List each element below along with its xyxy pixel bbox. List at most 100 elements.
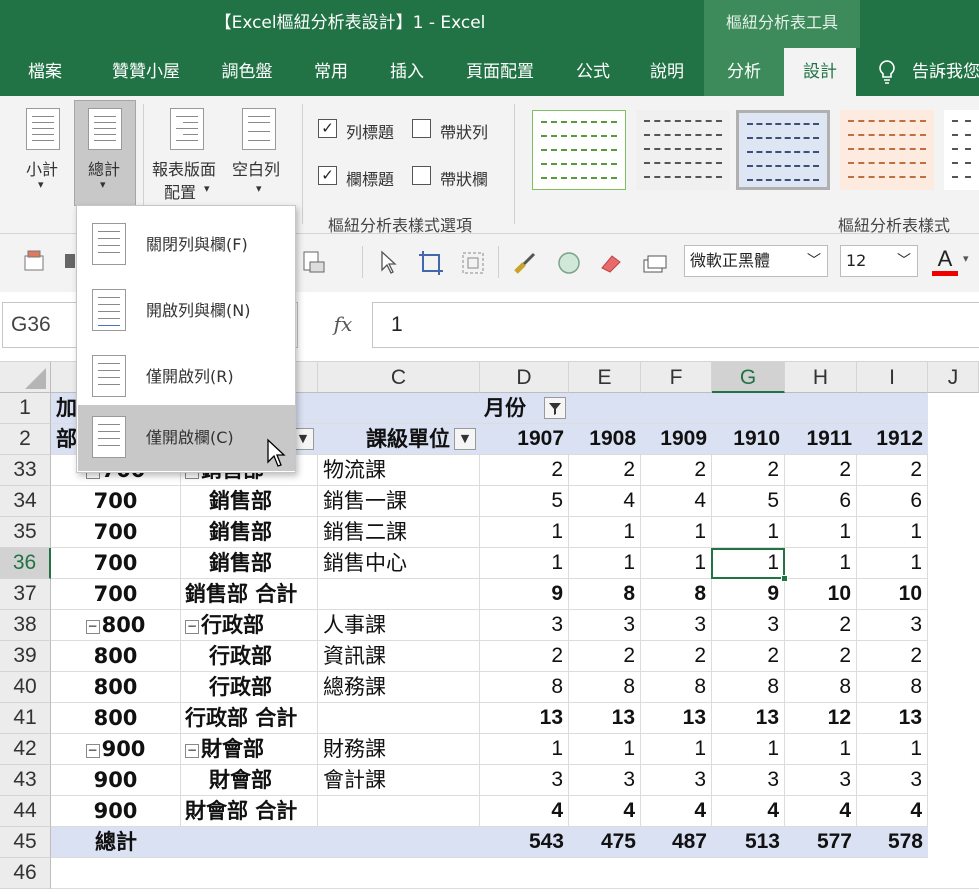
row-header[interactable]: 35: [0, 517, 51, 548]
value-cell[interactable]: 2: [857, 455, 928, 486]
value-cell[interactable]: 8: [569, 672, 641, 703]
menu-item-on-rows-cols[interactable]: 開啟列與欄(N): [78, 278, 295, 344]
value-cell[interactable]: 4: [785, 796, 857, 827]
col-header-e[interactable]: E: [569, 362, 641, 393]
tab-palette[interactable]: 調色盤: [208, 48, 286, 96]
stack-icon[interactable]: [642, 250, 670, 281]
grand-total-value[interactable]: 578: [857, 827, 928, 858]
value-cell[interactable]: 8: [785, 672, 857, 703]
value-cell[interactable]: 3: [569, 610, 641, 641]
value-cell[interactable]: 2: [712, 455, 785, 486]
font-size-dropdown[interactable]: 12 ﹀: [840, 245, 918, 277]
paintbrush-icon[interactable]: [512, 250, 538, 281]
value-cell[interactable]: 8: [641, 672, 712, 703]
font-name-dropdown[interactable]: 微軟正黑體 ﹀: [684, 245, 828, 277]
value-cell[interactable]: 10: [785, 579, 857, 610]
subtotal-chevron-icon[interactable]: ▾: [38, 178, 44, 191]
row-label-unit[interactable]: 資訊課: [318, 641, 480, 672]
grand-total-value[interactable]: 487: [641, 827, 712, 858]
col-header-j[interactable]: J: [928, 362, 979, 393]
fx-icon[interactable]: fx: [318, 302, 368, 348]
row-label-unit[interactable]: [318, 579, 480, 610]
formula-input[interactable]: 1: [372, 302, 979, 348]
value-cell[interactable]: 4: [641, 486, 712, 517]
row-label-unit[interactable]: [318, 703, 480, 734]
row-header[interactable]: 1: [0, 393, 51, 424]
crop-icon[interactable]: [418, 250, 444, 281]
tab-file[interactable]: 檔案: [10, 48, 80, 96]
value-cell[interactable]: 6: [857, 486, 928, 517]
banded-cols-checkbox[interactable]: [412, 166, 431, 185]
tab-insert[interactable]: 插入: [376, 48, 438, 96]
blank-rows-button[interactable]: 空白列: [232, 156, 280, 180]
value-cell[interactable]: 13: [480, 703, 569, 734]
value-cell[interactable]: 3: [641, 610, 712, 641]
row-label-code[interactable]: −800: [51, 610, 181, 641]
value-cell[interactable]: 2: [480, 641, 569, 672]
value-cell[interactable]: 1: [480, 517, 569, 548]
fill-handle[interactable]: [781, 575, 788, 582]
row-label-unit[interactable]: 銷售一課: [318, 486, 480, 517]
value-cell[interactable]: 2: [569, 455, 641, 486]
tab-design[interactable]: 設計: [784, 48, 856, 96]
row-header[interactable]: 46: [0, 858, 51, 889]
report-layout-button[interactable]: 報表版面: [152, 156, 216, 180]
row-label-code[interactable]: 700: [51, 548, 181, 579]
toolbar-icon[interactable]: [64, 248, 76, 279]
value-cell[interactable]: 10: [857, 579, 928, 610]
row-label-code[interactable]: 800: [51, 703, 181, 734]
value-cell[interactable]: 4: [480, 796, 569, 827]
value-cell[interactable]: 3: [712, 610, 785, 641]
value-cell[interactable]: 2: [857, 641, 928, 672]
value-cell[interactable]: 4: [641, 796, 712, 827]
value-cell[interactable]: 2: [569, 641, 641, 672]
collapse-icon[interactable]: −: [85, 620, 100, 634]
row-header[interactable]: 44: [0, 796, 51, 827]
group-objects-icon[interactable]: [460, 250, 486, 281]
row-label-dept[interactable]: 財會部 合計: [181, 796, 318, 827]
value-cell[interactable]: 2: [480, 455, 569, 486]
row-label-code[interactable]: 700: [51, 517, 181, 548]
row-label-dept[interactable]: − 行政部: [181, 610, 318, 641]
row-label-dept[interactable]: 銷售部: [181, 548, 318, 579]
value-cell[interactable]: 8: [712, 672, 785, 703]
value-cell[interactable]: 6: [785, 486, 857, 517]
report-layout-chevron-icon[interactable]: ▾: [204, 182, 210, 195]
row-label-dept[interactable]: 財會部: [181, 765, 318, 796]
value-cell[interactable]: 3: [785, 765, 857, 796]
month-filter-button[interactable]: [544, 397, 566, 419]
value-cell[interactable]: 9: [480, 579, 569, 610]
col-header-d[interactable]: D: [480, 362, 569, 393]
row-label-code[interactable]: 700: [51, 579, 181, 610]
value-cell[interactable]: 8: [480, 672, 569, 703]
tell-me-search[interactable]: 告訴我您: [912, 48, 979, 96]
value-cell[interactable]: 2: [785, 610, 857, 641]
print-preview-icon[interactable]: [300, 250, 326, 279]
select-pointer-icon[interactable]: [378, 250, 398, 281]
pivot-style-green[interactable]: [532, 110, 626, 190]
value-cell[interactable]: 1: [641, 517, 712, 548]
value-cell[interactable]: 1: [480, 734, 569, 765]
tab-help[interactable]: 說明: [636, 48, 698, 96]
value-cell[interactable]: 4: [569, 486, 641, 517]
col-header-h[interactable]: H: [785, 362, 857, 393]
value-cell[interactable]: 8: [569, 579, 641, 610]
col-header-g[interactable]: G: [712, 362, 785, 393]
value-cell[interactable]: 1: [857, 734, 928, 765]
value-cell[interactable]: 1: [857, 517, 928, 548]
row-label-dept[interactable]: 行政部: [181, 641, 318, 672]
tab-home[interactable]: 常用: [300, 48, 362, 96]
value-cell[interactable]: 1: [785, 517, 857, 548]
row-header[interactable]: 33: [0, 455, 51, 486]
row-header[interactable]: 37: [0, 579, 51, 610]
value-cell[interactable]: 3: [480, 610, 569, 641]
collapse-icon[interactable]: −: [85, 744, 100, 758]
month-field-label[interactable]: 月份: [484, 393, 544, 424]
value-cell[interactable]: 1: [569, 548, 641, 579]
value-cell[interactable]: 1: [569, 734, 641, 765]
value-cell[interactable]: 13: [857, 703, 928, 734]
value-cell[interactable]: 13: [569, 703, 641, 734]
col-header-i[interactable]: I: [857, 362, 928, 393]
value-cell[interactable]: 1: [712, 734, 785, 765]
shape-circle-icon[interactable]: [556, 250, 582, 281]
